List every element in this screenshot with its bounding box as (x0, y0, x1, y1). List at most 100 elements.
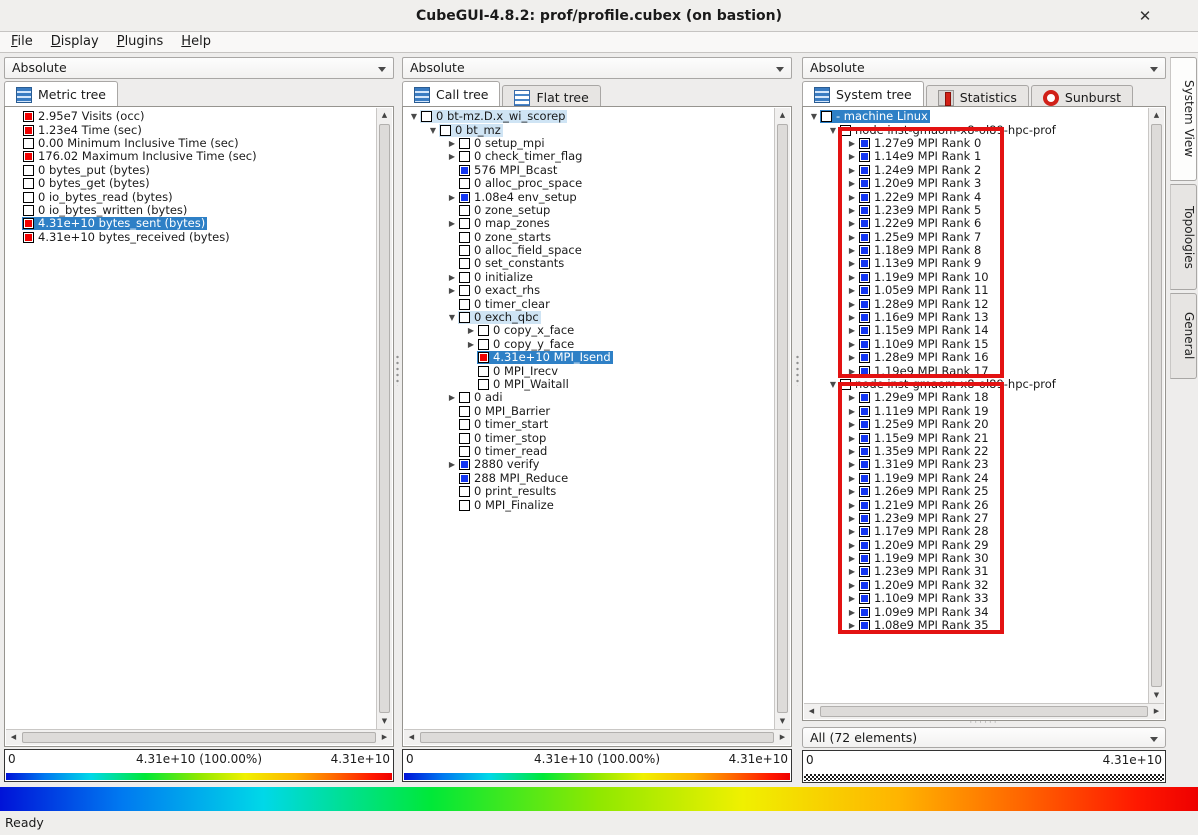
expand-icon[interactable]: ▶ (846, 191, 858, 204)
row-content[interactable]: 1.28e9 MPI Rank 12 (858, 298, 991, 311)
row-content[interactable]: 1.19e9 MPI Rank 24 (858, 472, 991, 485)
call-tree-item[interactable]: ▶2880 verify (404, 458, 774, 471)
expand-icon[interactable]: ▶ (846, 231, 858, 244)
scroll-left-button[interactable]: ◀ (804, 704, 819, 719)
row-content[interactable]: 0 exact_rhs (458, 284, 542, 297)
expand-icon[interactable]: ▶ (846, 271, 858, 284)
expand-icon[interactable]: ▶ (846, 137, 858, 150)
expand-icon[interactable]: ▶ (846, 512, 858, 525)
row-content[interactable]: 0 copy_y_face (477, 338, 576, 351)
expand-icon[interactable]: ▶ (446, 217, 458, 230)
call-tree-item[interactable]: 4.31e+10 MPI_Isend (404, 351, 774, 364)
row-content[interactable]: 1.15e9 MPI Rank 14 (858, 324, 991, 337)
collapse-icon[interactable]: ▼ (827, 124, 839, 137)
system-tree-item[interactable]: ▶1.10e9 MPI Rank 33 (804, 592, 1148, 605)
row-content[interactable]: 0.00 Minimum Inclusive Time (sec) (22, 137, 241, 150)
system-tree-item[interactable]: ▶1.19e9 MPI Rank 17 (804, 364, 1148, 377)
side-tab-topologies[interactable]: Topologies (1170, 184, 1197, 290)
scroll-down-button[interactable]: ▼ (775, 714, 790, 729)
horizontal-scrollbar[interactable]: ◀ ▶ (404, 729, 790, 745)
row-content[interactable]: 1.25e9 MPI Rank 20 (858, 418, 991, 431)
row-content[interactable]: 0 alloc_field_space (458, 244, 584, 257)
row-content[interactable]: 1.28e9 MPI Rank 16 (858, 351, 991, 364)
row-content[interactable]: 0 setup_mpi (458, 137, 547, 150)
row-content[interactable]: 0 bytes_get (bytes) (22, 177, 152, 190)
call-tree-item[interactable]: 0 set_constants (404, 257, 774, 270)
system-tree-item[interactable]: ▶1.28e9 MPI Rank 16 (804, 351, 1148, 364)
expand-icon[interactable]: ▶ (846, 525, 858, 538)
row-content[interactable]: 0 timer_start (458, 418, 550, 431)
vertical-scrollbar[interactable]: ▲ ▼ (1148, 108, 1164, 703)
splitter-handle[interactable] (795, 354, 800, 386)
call-tree-item[interactable]: 0 print_results (404, 485, 774, 498)
row-content[interactable]: 0 exch_qbc (458, 311, 541, 324)
row-content[interactable]: 0 bt_mz (439, 124, 503, 137)
menu-plugins[interactable]: Plugins (108, 32, 173, 52)
scroll-down-button[interactable]: ▼ (377, 714, 392, 729)
row-content[interactable]: 1.14e9 MPI Rank 1 (858, 150, 983, 163)
call-value-mode-combo[interactable]: Absolute (402, 57, 792, 79)
row-content[interactable]: 0 MPI_Irecv (477, 365, 560, 378)
metric-tree-item[interactable]: 0 io_bytes_read (bytes) (6, 190, 376, 203)
system-tree-item[interactable]: ▶1.20e9 MPI Rank 32 (804, 579, 1148, 592)
row-content[interactable]: 1.20e9 MPI Rank 29 (858, 539, 991, 552)
row-content[interactable]: 0 timer_clear (458, 298, 552, 311)
call-tree-item[interactable]: 0 timer_read (404, 445, 774, 458)
row-content[interactable]: node inst-gmaom-x8-ol89-hpc-prof (839, 124, 1058, 137)
row-content[interactable]: 1.23e9 MPI Rank 5 (858, 204, 983, 217)
expand-icon[interactable]: ▶ (846, 338, 858, 351)
row-content[interactable]: 0 timer_read (458, 445, 549, 458)
expand-icon[interactable]: ▶ (846, 405, 858, 418)
system-tree-item[interactable]: ▶1.05e9 MPI Rank 11 (804, 284, 1148, 297)
expand-icon[interactable]: ▶ (846, 391, 858, 404)
call-tree-item[interactable]: ▶0 check_timer_flag (404, 150, 774, 163)
tab-call-tree[interactable]: Call tree (402, 81, 500, 107)
system-tree-item[interactable]: ▼- machine Linux (804, 110, 1148, 123)
row-content[interactable]: 0 io_bytes_written (bytes) (22, 204, 189, 217)
system-tree-item[interactable]: ▶1.15e9 MPI Rank 14 (804, 324, 1148, 337)
row-content[interactable]: 2.95e7 Visits (occ) (22, 110, 146, 123)
call-tree-item[interactable]: 288 MPI_Reduce (404, 472, 774, 485)
scroll-right-button[interactable]: ▶ (775, 730, 790, 745)
scrollbar-handle[interactable] (1151, 124, 1162, 687)
row-content[interactable]: 1.13e9 MPI Rank 9 (858, 257, 983, 270)
system-tree-item[interactable]: ▶1.19e9 MPI Rank 24 (804, 472, 1148, 485)
expand-icon[interactable]: ▶ (846, 204, 858, 217)
row-content[interactable]: 1.19e9 MPI Rank 17 (858, 365, 991, 378)
expand-icon[interactable]: ▶ (846, 365, 858, 378)
tab-metric-tree[interactable]: Metric tree (4, 81, 118, 107)
row-content[interactable]: 0 alloc_proc_space (458, 177, 584, 190)
metric-tree-item[interactable]: 176.02 Maximum Inclusive Time (sec) (6, 150, 376, 163)
metric-tree-item[interactable]: 4.31e+10 bytes_sent (bytes) (6, 217, 376, 230)
system-tree-item[interactable]: ▶1.18e9 MPI Rank 8 (804, 244, 1148, 257)
row-content[interactable]: 1.10e9 MPI Rank 15 (858, 338, 991, 351)
system-tree-item[interactable]: ▶1.27e9 MPI Rank 0 (804, 137, 1148, 150)
row-content[interactable]: 0 initialize (458, 271, 535, 284)
scroll-up-button[interactable]: ▲ (775, 108, 790, 123)
call-tree-item[interactable]: ▶0 map_zones (404, 217, 774, 230)
metric-tree-item[interactable]: 0 bytes_put (bytes) (6, 164, 376, 177)
row-content[interactable]: 176.02 Maximum Inclusive Time (sec) (22, 150, 259, 163)
splitter-handle[interactable]: ······ (802, 720, 1166, 726)
expand-icon[interactable]: ▶ (846, 445, 858, 458)
row-content[interactable]: 1.35e9 MPI Rank 22 (858, 445, 991, 458)
row-content[interactable]: 0 adi (458, 391, 505, 404)
expand-icon[interactable]: ▶ (846, 311, 858, 324)
row-content[interactable]: 2880 verify (458, 458, 541, 471)
scroll-right-button[interactable]: ▶ (1149, 704, 1164, 719)
collapse-icon[interactable]: ▼ (427, 124, 439, 137)
metric-tree-item[interactable]: 0 bytes_get (bytes) (6, 177, 376, 190)
row-content[interactable]: 0 map_zones (458, 217, 552, 230)
collapse-icon[interactable]: ▼ (827, 378, 839, 391)
close-icon[interactable]: ✕ (1136, 7, 1154, 25)
expand-icon[interactable]: ▶ (465, 338, 477, 351)
call-tree-item[interactable]: ▶0 adi (404, 391, 774, 404)
expand-icon[interactable]: ▶ (446, 150, 458, 163)
metric-tree-item[interactable]: 1.23e4 Time (sec) (6, 123, 376, 136)
expand-icon[interactable]: ▶ (846, 499, 858, 512)
system-tree-item[interactable]: ▶1.20e9 MPI Rank 29 (804, 539, 1148, 552)
row-content[interactable]: 0 MPI_Finalize (458, 499, 556, 512)
scrollbar-handle[interactable] (420, 732, 774, 743)
call-tree-item[interactable]: ▼0 bt_mz (404, 123, 774, 136)
horizontal-scrollbar[interactable]: ◀ ▶ (804, 703, 1164, 719)
